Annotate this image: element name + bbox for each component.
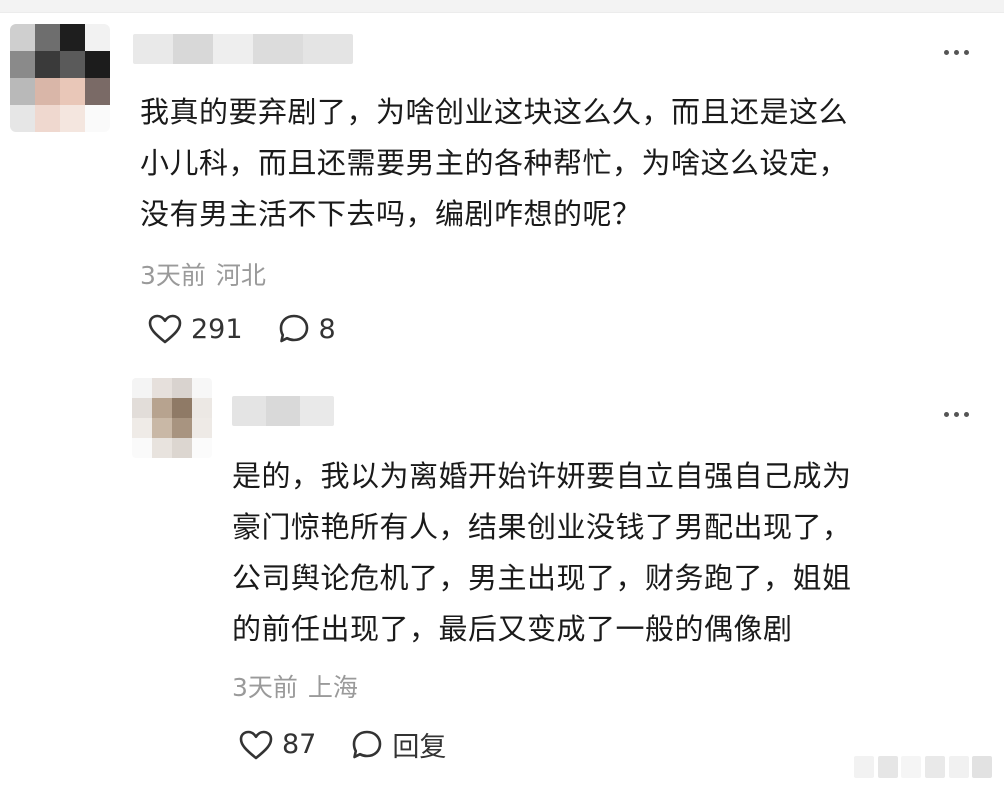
username-blurred[interactable] — [232, 396, 334, 426]
heart-icon — [147, 313, 183, 345]
comment-actions: 87 回复 — [238, 725, 446, 764]
comment-location: 上海 — [307, 673, 358, 702]
comment-bubble-icon — [277, 312, 311, 346]
comment-time: 3天前 — [232, 673, 298, 702]
more-dots-icon — [943, 411, 969, 417]
comment-location: 河北 — [215, 261, 266, 290]
like-count: 291 — [191, 313, 243, 345]
like-button[interactable]: 87 — [238, 729, 316, 761]
comment-bubble-icon — [350, 728, 384, 762]
like-count: 87 — [282, 729, 317, 760]
comment-actions: 291 8 — [147, 312, 336, 346]
top-divider — [0, 0, 1004, 13]
comment-meta: 3天前 上海 — [232, 668, 358, 704]
more-options-button[interactable] — [936, 42, 976, 62]
reply-count: 8 — [318, 313, 336, 345]
comment-time: 3天前 — [140, 261, 206, 290]
avatar[interactable] — [132, 378, 212, 458]
watermark-blurred — [854, 756, 994, 778]
reply-button[interactable]: 8 — [277, 312, 336, 346]
comment-text: 我真的要弃剧了，为啥创业这块这么久，而且还是这么 小儿科，而且还需要男主的各种帮… — [140, 95, 849, 231]
heart-icon — [238, 729, 274, 761]
comment-text: 是的，我以为离婚开始许妍要自立自强自己成为 豪门惊艳所有人，结果创业没钱了男配出… — [232, 459, 852, 646]
username-blurred[interactable] — [133, 34, 353, 64]
like-button[interactable]: 291 — [147, 313, 243, 345]
more-options-button[interactable] — [936, 404, 976, 424]
avatar[interactable] — [10, 24, 110, 132]
comment-meta: 3天前 河北 — [140, 256, 266, 292]
more-dots-icon — [943, 49, 969, 55]
reply-label: 回复 — [392, 732, 447, 763]
reply-button[interactable]: 回复 — [350, 725, 446, 764]
